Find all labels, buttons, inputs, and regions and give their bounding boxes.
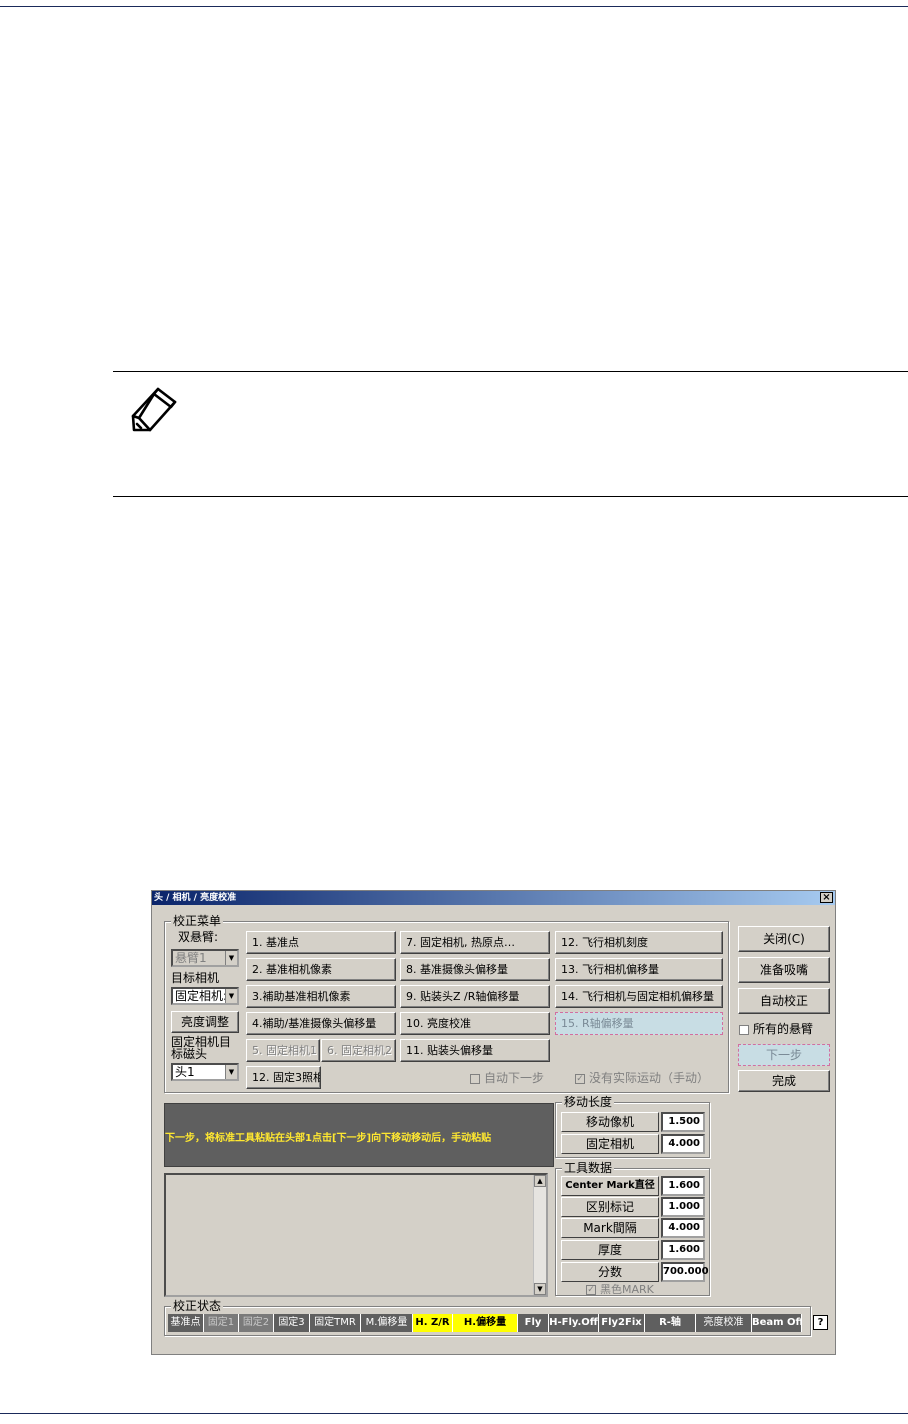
calibration-dialog: 头 / 相机 / 亮度校准 × 校正菜单 双悬臂: 悬臂1 ▼ 目标相机 固定相… (151, 890, 836, 1355)
distinguish-mark-label: 区别标记 (561, 1197, 659, 1217)
status-cell-h-fly-off: H-Fly.Off (549, 1314, 599, 1332)
center-mark-diameter-field[interactable]: 1.600 (661, 1176, 705, 1196)
status-cell-brightness: 亮度校准 (696, 1314, 752, 1332)
auto-next-label: 自动下一步 (484, 1071, 545, 1085)
target-camera-label: 目标相机 (171, 971, 220, 985)
calib-fly-camera-scale-button[interactable]: 12. 飞行相机刻度 (555, 931, 723, 954)
checkbox-box (739, 1024, 749, 1035)
fixed-camera-field[interactable]: 4.000 (661, 1134, 705, 1154)
status-cell-beam-off: Beam Off (752, 1314, 802, 1332)
status-cell-fixed-3: 固定3 (274, 1314, 310, 1332)
no-motion-label: 没有实际运动（手动） (589, 1071, 710, 1085)
checkbox-box (470, 1073, 480, 1084)
auto-calibrate-button[interactable]: 自动校正 (738, 988, 830, 1014)
calib-reference-point-button[interactable]: 1. 基准点 (246, 931, 396, 954)
all-arms-label: 所有的悬臂 (753, 1022, 814, 1036)
instruction-message-panel: 下一步，将标准工具粘贴在头部1点击[下一步]向下移动移动后，手动粘贴 (164, 1103, 554, 1167)
scroll-up-icon[interactable]: ▲ (534, 1175, 546, 1187)
log-scrollbar[interactable]: ▲ ▼ (533, 1175, 546, 1295)
move-camera-field[interactable]: 1.500 (661, 1112, 705, 1132)
close-button[interactable]: 关闭(C) (738, 926, 830, 952)
page-top-rule (0, 6, 908, 7)
status-cell-r-axis: R-轴 (645, 1314, 696, 1332)
calib-fly-fixed-camera-offset-button[interactable]: 14. 飞行相机与固定相机偏移量 (555, 985, 723, 1008)
auto-next-checkbox[interactable]: 自动下一步 (470, 1072, 544, 1085)
checkmark-icon: ✓ (575, 1073, 585, 1084)
chevron-down-icon: ▼ (225, 989, 237, 1003)
target-camera-select[interactable]: 固定相机: ▼ (171, 987, 239, 1005)
mark-interval-label: Mark間隔 (561, 1218, 659, 1238)
chevron-down-icon: ▼ (225, 951, 237, 965)
status-cell-fixed-tmr: 固定TMR (310, 1314, 361, 1332)
calib-fly-camera-offset-button[interactable]: 13. 飞行相机偏移量 (555, 958, 723, 981)
next-step-button[interactable]: 下一步 (738, 1044, 830, 1066)
score-label: 分数 (561, 1262, 659, 1282)
status-cells: 基准点 固定1 固定2 固定3 固定TMR M.偏移量 H. Z/R H.偏移量… (168, 1314, 802, 1332)
calibration-status-label: 校正状态 (171, 1299, 224, 1313)
dialog-title: 头 / 相机 / 亮度校准 (154, 893, 237, 903)
black-mark-checkbox[interactable]: ✓ 黑色MARK (586, 1283, 654, 1296)
status-cell-m-offset: M.偏移量 (361, 1314, 413, 1332)
arm-select-value: 悬臂1 (175, 951, 207, 965)
calib-brightness-button[interactable]: 10. 亮度校准 (400, 1012, 550, 1035)
status-cell-fixed-2: 固定2 (239, 1314, 274, 1332)
chevron-down-icon: ▼ (225, 1065, 237, 1079)
dual-arm-label: 双悬臂: (178, 930, 219, 944)
scroll-down-icon[interactable]: ▼ (534, 1283, 546, 1295)
no-motion-checkbox[interactable]: ✓ 没有实际运动（手动） (575, 1072, 709, 1085)
calibration-menu-label: 校正菜单 (171, 914, 224, 928)
mark-interval-field[interactable]: 4.000 (661, 1218, 705, 1238)
thickness-label: 厚度 (561, 1240, 659, 1260)
all-arms-checkbox[interactable]: 所有的悬臂 (739, 1023, 813, 1036)
checkmark-icon: ✓ (586, 1284, 596, 1295)
calib-reference-camera-pixel-button[interactable]: 2. 基准相机像素 (246, 958, 396, 981)
head-select-value: 头1 (175, 1065, 195, 1079)
note-top-rule (113, 371, 908, 372)
distinguish-mark-field[interactable]: 1.000 (661, 1197, 705, 1217)
calib-head-zr-offset-button[interactable]: 9. 贴装头Z /R轴偏移量 (400, 985, 550, 1008)
move-camera-label: 移动像机 (561, 1112, 659, 1132)
thickness-field[interactable]: 1.600 (661, 1240, 705, 1260)
status-cell-h-offset: H.偏移量 (453, 1314, 518, 1332)
brightness-adjust-button[interactable]: 亮度调整 (171, 1011, 239, 1033)
calib-fixed-camera-home-button[interactable]: 7. 固定相机, 热原点… (400, 931, 550, 954)
status-cell-fixed-1: 固定1 (204, 1314, 239, 1332)
calib-reference-camera-offset-button[interactable]: 8. 基准摄像头偏移量 (400, 958, 550, 981)
calib-fixed-camera-1-button[interactable]: 5. 固定相机1 (246, 1039, 320, 1062)
arm-select: 悬臂1 ▼ (171, 949, 239, 967)
note-bottom-rule (113, 496, 908, 497)
pencil-note-icon (131, 387, 177, 432)
calib-r-axis-offset-button[interactable]: 15. R轴偏移量 (555, 1012, 723, 1035)
black-mark-label: 黑色MARK (600, 1283, 654, 1296)
calib-head-offset-button[interactable]: 11. 贴装头偏移量 (400, 1039, 550, 1062)
prepare-nozzle-button[interactable]: 准备吸嘴 (738, 957, 830, 983)
dialog-titlebar: 头 / 相机 / 亮度校准 × (152, 891, 835, 905)
status-cell-reference-point: 基准点 (168, 1314, 204, 1332)
target-head-label: 标磁头 (171, 1047, 208, 1061)
page-bottom-rule (0, 1413, 908, 1414)
help-icon[interactable]: ? (813, 1315, 828, 1330)
center-mark-diameter-label: Center Mark直径 (561, 1176, 659, 1196)
calib-aux-reference-camera-pixel-button[interactable]: 3.補助基准相机像素 (246, 985, 396, 1008)
move-length-label: 移动长度 (562, 1095, 615, 1109)
instruction-message: 下一步，将标准工具粘贴在头部1点击[下一步]向下移动移动后，手动粘贴 (165, 1133, 492, 1144)
fixed-camera-label: 固定相机 (561, 1134, 659, 1154)
close-icon[interactable]: × (820, 892, 833, 903)
status-cell-fly2fix: Fly2Fix (599, 1314, 645, 1332)
tool-data-label: 工具数据 (562, 1161, 615, 1175)
status-cell-fly: Fly (518, 1314, 549, 1332)
log-textarea[interactable]: ▲ ▼ (164, 1173, 548, 1297)
score-field[interactable]: 700.000 (661, 1262, 709, 1282)
calib-fixed-camera-2-button[interactable]: 6. 固定相机2 (321, 1039, 396, 1062)
finish-button[interactable]: 完成 (738, 1070, 830, 1092)
status-cell-h-zr: H. Z/R (413, 1314, 453, 1332)
head-select[interactable]: 头1 ▼ (171, 1063, 239, 1081)
calib-fixed-3-photo-button[interactable]: 12. 固定3照相 (246, 1066, 321, 1089)
calib-aux-reference-camera-offset-button[interactable]: 4.補助/基准摄像头偏移量 (246, 1012, 396, 1035)
target-camera-select-value: 固定相机: (175, 989, 228, 1003)
